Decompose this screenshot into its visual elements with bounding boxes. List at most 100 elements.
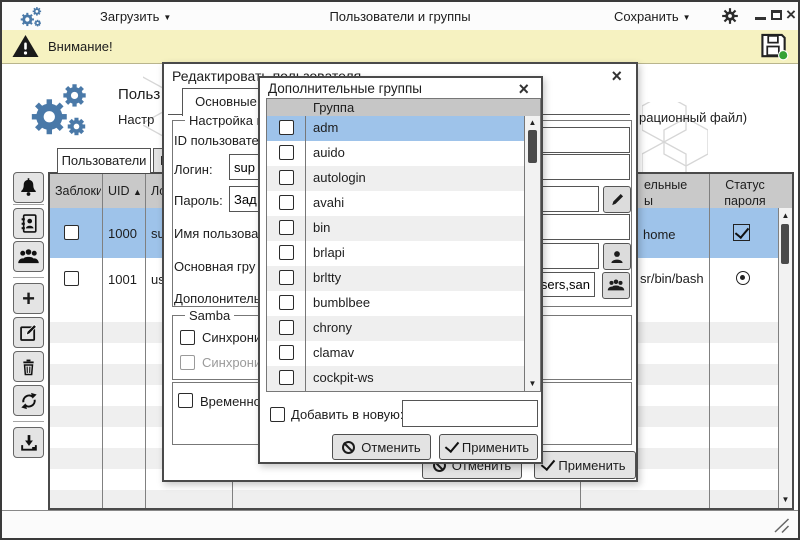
- page-title-fragment: Польз: [118, 86, 163, 106]
- checkmark-icon: [445, 438, 459, 453]
- trash-icon: [19, 357, 38, 377]
- group-checkbox[interactable]: [279, 120, 294, 135]
- column-divider: [145, 174, 146, 508]
- minimize-button[interactable]: [755, 17, 766, 20]
- primary-group-label: Основная гру: [174, 259, 255, 274]
- app-logo-gears-icon: [16, 4, 46, 29]
- close-dialog-button[interactable]: ×: [518, 81, 529, 97]
- add-user-button[interactable]: +: [13, 283, 44, 314]
- row-uid: 1001: [108, 272, 137, 287]
- pencil-icon: [610, 192, 625, 207]
- select-extra-groups-button[interactable]: [602, 272, 630, 299]
- save-menu-button[interactable]: Сохранить▼: [614, 9, 691, 24]
- password-label: Пароль:: [174, 193, 223, 208]
- add-to-new-label: Добавить в новую:: [291, 407, 403, 422]
- scrollbar-thumb[interactable]: [781, 224, 789, 264]
- group-people-icon: [17, 247, 40, 266]
- group-checkbox[interactable]: [279, 370, 294, 385]
- edit-user-button[interactable]: [13, 317, 44, 348]
- edit-pencil-square-icon: [18, 322, 39, 343]
- page-subtitle-fragment: Настр: [118, 112, 163, 129]
- row-uid: 1000: [108, 226, 137, 241]
- login-label: Логин:: [174, 162, 213, 177]
- group-checkbox[interactable]: [279, 320, 294, 335]
- additional-groups-dialog: Дополнительные группы × Группа adm auido…: [258, 76, 543, 464]
- user-card-button[interactable]: [13, 208, 44, 239]
- tab-users[interactable]: Пользователи: [57, 148, 151, 173]
- group-checkbox[interactable]: [279, 345, 294, 360]
- warning-text: Внимание!: [48, 39, 113, 54]
- toolbar-separator: [13, 204, 44, 205]
- temp-block-checkbox[interactable]: [178, 393, 193, 408]
- status-bar: [2, 510, 798, 538]
- edit-password-button[interactable]: [603, 186, 631, 213]
- add-to-new-checkbox[interactable]: [270, 407, 285, 422]
- extra-groups-label: Дополонитель: [174, 291, 261, 306]
- col-header-blocked: Заблокир: [55, 184, 101, 198]
- load-menu-button[interactable]: Загрузить▼: [100, 9, 171, 24]
- dialog-title: Дополнительные группы: [268, 81, 422, 96]
- group-name: brlapi: [313, 245, 345, 260]
- table-vertical-scrollbar[interactable]: ▲ ▼: [778, 208, 792, 508]
- app-logo-gears-large-icon: [26, 76, 92, 142]
- group-checkbox[interactable]: [279, 295, 294, 310]
- export-download-button[interactable]: [13, 427, 44, 458]
- select-primary-group-button[interactable]: [603, 243, 631, 270]
- samba-sync2-checkbox-disabled: [180, 355, 195, 370]
- groups-list-scrollbar[interactable]: ▲ ▼: [524, 116, 540, 391]
- scroll-up-icon[interactable]: ▲: [779, 210, 792, 222]
- group-checkbox[interactable]: [279, 220, 294, 235]
- row-path-fragment: home: [643, 227, 676, 242]
- contact-card-icon: [18, 213, 39, 234]
- groups-button[interactable]: [13, 241, 44, 272]
- app-window: Загрузить▼ Пользователи и группы Сохрани…: [0, 0, 800, 540]
- row-blocked-checkbox[interactable]: [64, 271, 79, 286]
- bell-icon: [18, 177, 39, 198]
- group-name: autologin: [313, 170, 366, 185]
- group-checkbox[interactable]: [279, 245, 294, 260]
- maximize-button[interactable]: [771, 10, 782, 20]
- groups-list-header: Группа: [267, 99, 540, 117]
- warning-triangle-icon: [12, 34, 39, 58]
- tab-basic[interactable]: Основные: [182, 88, 270, 116]
- sort-ascending-icon: ▲: [133, 187, 142, 197]
- group-name: bin: [313, 220, 330, 235]
- chevron-down-icon: ▼: [683, 13, 691, 22]
- col-header-uid: UID ▲: [108, 184, 142, 198]
- scrollbar-thumb[interactable]: [528, 130, 537, 163]
- resize-grip-icon[interactable]: [772, 518, 790, 533]
- settings-gear-icon[interactable]: [721, 7, 739, 25]
- toolbar-separator: [13, 277, 44, 278]
- group-checkbox[interactable]: [279, 270, 294, 285]
- scroll-down-icon[interactable]: ▼: [525, 378, 540, 390]
- close-dialog-button[interactable]: ×: [611, 68, 622, 84]
- column-header-group: Группа: [313, 100, 354, 115]
- group-name: avahi: [313, 195, 344, 210]
- apply-button[interactable]: Применить: [439, 434, 538, 460]
- save-file-icon[interactable]: [758, 32, 791, 61]
- notifications-button[interactable]: [13, 172, 44, 203]
- chevron-down-icon: ▼: [163, 13, 171, 22]
- password-status-radio-icon: [736, 271, 750, 285]
- samba-sync-checkbox[interactable]: [180, 330, 195, 345]
- delete-user-button[interactable]: [13, 351, 44, 382]
- checkmark-icon: [541, 456, 555, 471]
- new-group-name-input[interactable]: [402, 400, 538, 427]
- refresh-icon: [19, 391, 39, 411]
- group-name: clamav: [313, 345, 354, 360]
- refresh-button[interactable]: [13, 385, 44, 416]
- apply-button[interactable]: Применить: [534, 451, 636, 479]
- title-bar: Загрузить▼ Пользователи и группы Сохрани…: [2, 2, 798, 31]
- group-checkbox[interactable]: [279, 145, 294, 160]
- group-people-icon: [607, 278, 625, 293]
- row-shell-fragment: sr/bin/bash: [640, 271, 704, 286]
- scroll-up-icon[interactable]: ▲: [525, 117, 540, 129]
- group-checkbox[interactable]: [279, 195, 294, 210]
- group-checkbox[interactable]: [279, 170, 294, 185]
- row-blocked-checkbox[interactable]: [64, 225, 79, 240]
- cancel-button[interactable]: Отменить: [332, 434, 431, 460]
- close-window-button[interactable]: ×: [786, 5, 796, 25]
- page-subtitle-fragment-right: рационный файл): [639, 110, 747, 125]
- scroll-down-icon[interactable]: ▼: [779, 494, 792, 506]
- password-status-checked-icon: [733, 224, 750, 241]
